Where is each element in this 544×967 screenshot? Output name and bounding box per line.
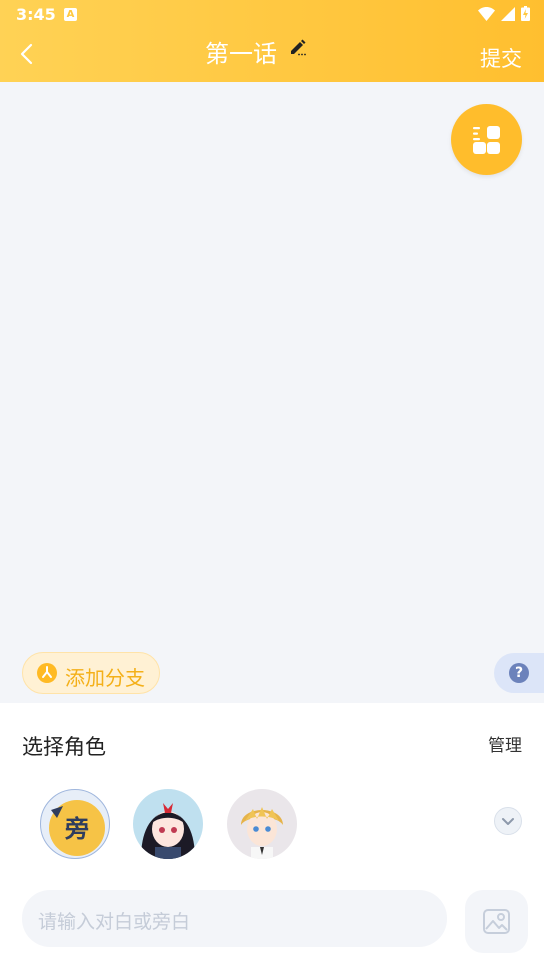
help-button[interactable]: ? bbox=[494, 653, 544, 693]
character-panel: 选择角色 管理 旁 请输入对白或旁白 bbox=[0, 703, 544, 967]
narrator-avatar[interactable]: 旁 bbox=[40, 789, 110, 859]
status-bar: 3:45 A bbox=[0, 0, 544, 28]
chevron-down-icon bbox=[502, 818, 514, 825]
image-icon bbox=[483, 909, 510, 934]
signal-icon bbox=[501, 6, 515, 21]
character-avatar-girl[interactable] bbox=[133, 789, 203, 859]
dialogue-input[interactable]: 请输入对白或旁白 bbox=[22, 890, 447, 947]
grid-menu-icon bbox=[473, 126, 500, 154]
dialogue-input-placeholder: 请输入对白或旁白 bbox=[38, 911, 191, 933]
app-notification-icon: A bbox=[64, 8, 77, 21]
expand-characters-button[interactable] bbox=[494, 807, 522, 835]
top-header: 3:45 A 第一话 提交 bbox=[0, 0, 544, 82]
character-avatar-boy[interactable] bbox=[227, 789, 297, 859]
status-time: 3:45 bbox=[16, 5, 56, 24]
question-icon: ? bbox=[509, 663, 529, 683]
page-title: 第一话 bbox=[205, 40, 277, 68]
select-character-title: 选择角色 bbox=[22, 735, 106, 759]
battery-icon bbox=[521, 6, 530, 21]
submit-button[interactable]: 提交 bbox=[480, 43, 522, 73]
branch-icon bbox=[37, 663, 57, 683]
edit-pencil-icon[interactable] bbox=[289, 38, 307, 56]
insert-image-button[interactable] bbox=[465, 890, 528, 953]
narrator-label: 旁 bbox=[64, 815, 89, 843]
layout-menu-button[interactable] bbox=[451, 104, 522, 175]
back-arrow-icon[interactable] bbox=[18, 42, 38, 66]
add-branch-button[interactable]: 添加分支 bbox=[22, 652, 160, 694]
manage-button[interactable]: 管理 bbox=[488, 731, 522, 756]
add-branch-label: 添加分支 bbox=[65, 666, 145, 690]
wifi-icon bbox=[478, 6, 495, 21]
